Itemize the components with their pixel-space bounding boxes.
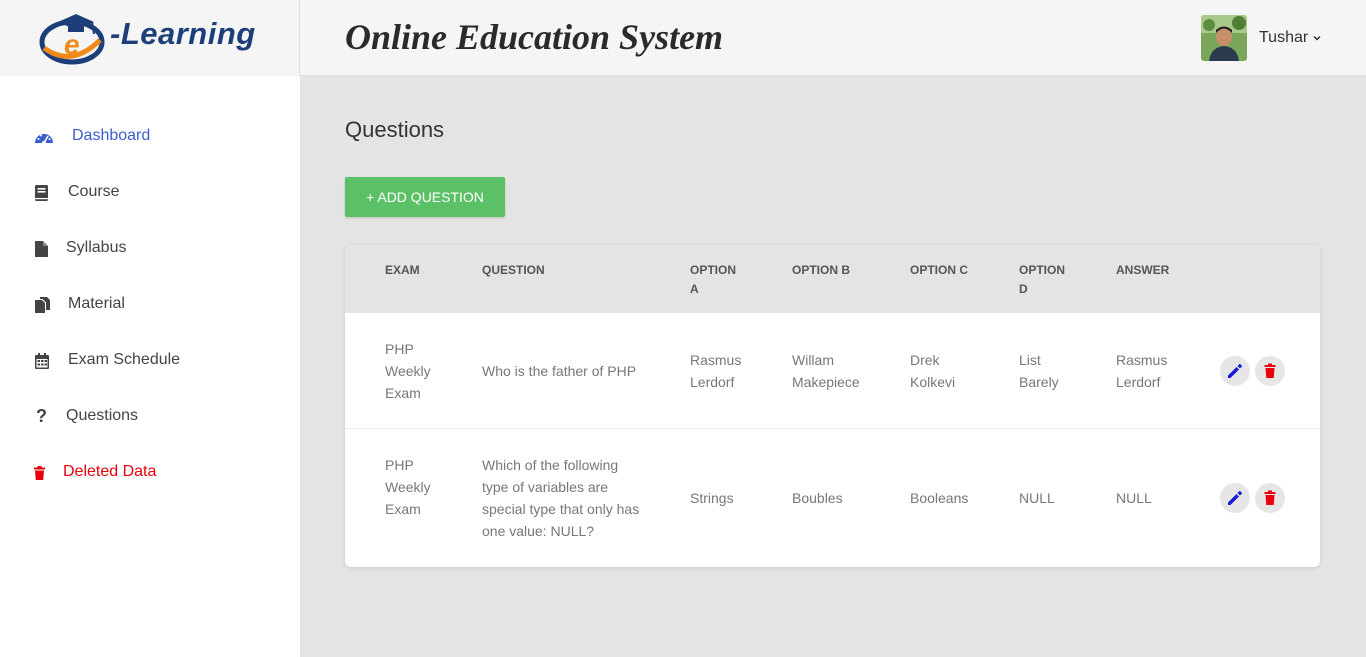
sidebar-item-label: Questions <box>66 407 139 424</box>
cell-answer: Rasmus Lerdorf <box>1116 349 1167 393</box>
cell-line: Boubles <box>792 490 843 506</box>
sidebar-item-label: Syllabus <box>66 239 127 256</box>
header-line: D <box>1019 282 1028 296</box>
top-bar: e -Learning Online Education System Tush… <box>0 0 1366 76</box>
table-row: PHP Weekly Exam Which of the following t… <box>345 429 1320 567</box>
question-icon: ? <box>36 406 47 426</box>
cell-option-c: Booleans <box>910 487 968 509</box>
column-header-option-b: OPTION B <box>792 263 851 277</box>
sidebar-item-deleted-data[interactable]: Deleted Data <box>0 453 300 493</box>
cell-line: Weekly <box>385 479 431 495</box>
header-line: OPTION <box>690 263 737 277</box>
cell-line: Lerdorf <box>690 374 735 390</box>
cell-line: Booleans <box>910 490 969 506</box>
cell-line: Strings <box>690 490 734 506</box>
header-line: OPTION <box>1019 263 1066 277</box>
table-row: PHP Weekly Exam Who is the father of PHP… <box>345 313 1320 428</box>
sidebar-item-label: Dashboard <box>72 127 151 144</box>
cell-line: Rasmus <box>690 352 742 368</box>
cell-option-c: Drek Kolkevi <box>910 349 955 393</box>
cell-option-a: Strings <box>690 487 734 509</box>
sidebar-item-syllabus[interactable]: Syllabus <box>0 229 300 269</box>
trash-icon <box>1264 490 1276 505</box>
cell-line: Lerdorf <box>1116 374 1161 390</box>
column-header-option-c: OPTION C <box>910 263 969 277</box>
page-title: Questions <box>345 117 445 142</box>
column-header-option-a: OPTION A <box>690 261 736 299</box>
sidebar-item-material[interactable]: Material <box>0 285 300 325</box>
cell-line: PHP <box>385 341 414 357</box>
cell-exam: PHP Weekly Exam <box>385 454 431 520</box>
logo-letter: e <box>64 29 80 60</box>
cell-line: one value: NULL? <box>482 523 595 539</box>
pencil-icon <box>1228 491 1242 505</box>
file-icon <box>35 241 48 257</box>
logo-area: e -Learning <box>0 0 300 76</box>
cell-option-d: List Barely <box>1019 349 1059 393</box>
column-header-option-d: OPTION D <box>1019 261 1065 299</box>
sidebar-item-exam-schedule[interactable]: Exam Schedule <box>0 341 300 381</box>
sidebar-item-label: Material <box>68 295 125 312</box>
cell-option-d: NULL <box>1019 487 1055 509</box>
header-line: A <box>690 282 699 296</box>
sidebar-item-questions[interactable]: ? Questions <box>0 397 300 437</box>
cell-line: Barely <box>1019 374 1059 390</box>
cell-question: Which of the following type of variables… <box>482 454 639 542</box>
chevron-down-icon[interactable] <box>1312 33 1322 43</box>
book-icon <box>35 185 48 201</box>
trash-icon <box>34 466 45 480</box>
sidebar-item-label: Exam Schedule <box>68 351 181 368</box>
cell-line: Weekly <box>385 363 431 379</box>
cell-option-b: Willam Makepiece <box>792 349 860 393</box>
cell-question: Who is the father of PHP <box>482 360 636 382</box>
cell-line: Drek <box>910 352 940 368</box>
cell-line: Exam <box>385 501 421 517</box>
cell-line: NULL <box>1019 490 1055 506</box>
cell-line: NULL <box>1116 490 1152 506</box>
edit-button[interactable] <box>1220 356 1250 386</box>
sidebar: Dashboard Course Syllabus Material Exam … <box>0 76 300 657</box>
cell-line: Exam <box>385 385 421 401</box>
cell-option-b: Boubles <box>792 487 843 509</box>
cell-line: type of variables are <box>482 479 609 495</box>
cell-line: Willam <box>792 352 834 368</box>
column-header-answer: ANSWER <box>1116 263 1170 277</box>
cell-line: PHP <box>385 457 414 473</box>
cell-line: Who is the father of PHP <box>482 363 637 379</box>
cell-line: special type that only has <box>482 501 640 517</box>
cell-line: List <box>1019 352 1041 368</box>
cell-line: Makepiece <box>792 374 860 390</box>
trash-icon <box>1264 363 1276 378</box>
copy-icon <box>35 297 50 313</box>
sidebar-item-label: Deleted Data <box>63 463 157 480</box>
logo-text: -Learning <box>110 16 256 51</box>
add-question-button[interactable]: + ADD QUESTION <box>345 177 505 217</box>
sidebar-item-label: Course <box>68 183 120 200</box>
delete-button[interactable] <box>1255 356 1285 386</box>
edit-button[interactable] <box>1220 483 1250 513</box>
cell-line: Which of the following <box>482 457 619 473</box>
sidebar-item-course[interactable]: Course <box>0 173 300 213</box>
table-header: EXAM QUESTION OPTION A OPTION B OPTION C… <box>345 245 1320 313</box>
delete-button[interactable] <box>1255 483 1285 513</box>
dashboard-icon <box>35 134 53 145</box>
logo-icon[interactable]: e <box>38 10 110 66</box>
pencil-icon <box>1228 364 1242 378</box>
questions-table: EXAM QUESTION OPTION A OPTION B OPTION C… <box>345 245 1320 567</box>
avatar[interactable] <box>1201 15 1247 61</box>
cell-line: Rasmus <box>1116 352 1168 368</box>
cell-line: Kolkevi <box>910 374 956 390</box>
sidebar-item-dashboard[interactable]: Dashboard <box>0 117 300 157</box>
app-title: Online Education System <box>345 17 724 57</box>
column-header-question: QUESTION <box>482 263 545 277</box>
cell-option-a: Rasmus Lerdorf <box>690 349 741 393</box>
calendar-icon <box>35 353 49 369</box>
cell-answer: NULL <box>1116 487 1152 509</box>
cell-exam: PHP Weekly Exam <box>385 338 431 404</box>
column-header-exam: EXAM <box>385 263 420 277</box>
user-name[interactable]: Tushar <box>1259 29 1308 47</box>
